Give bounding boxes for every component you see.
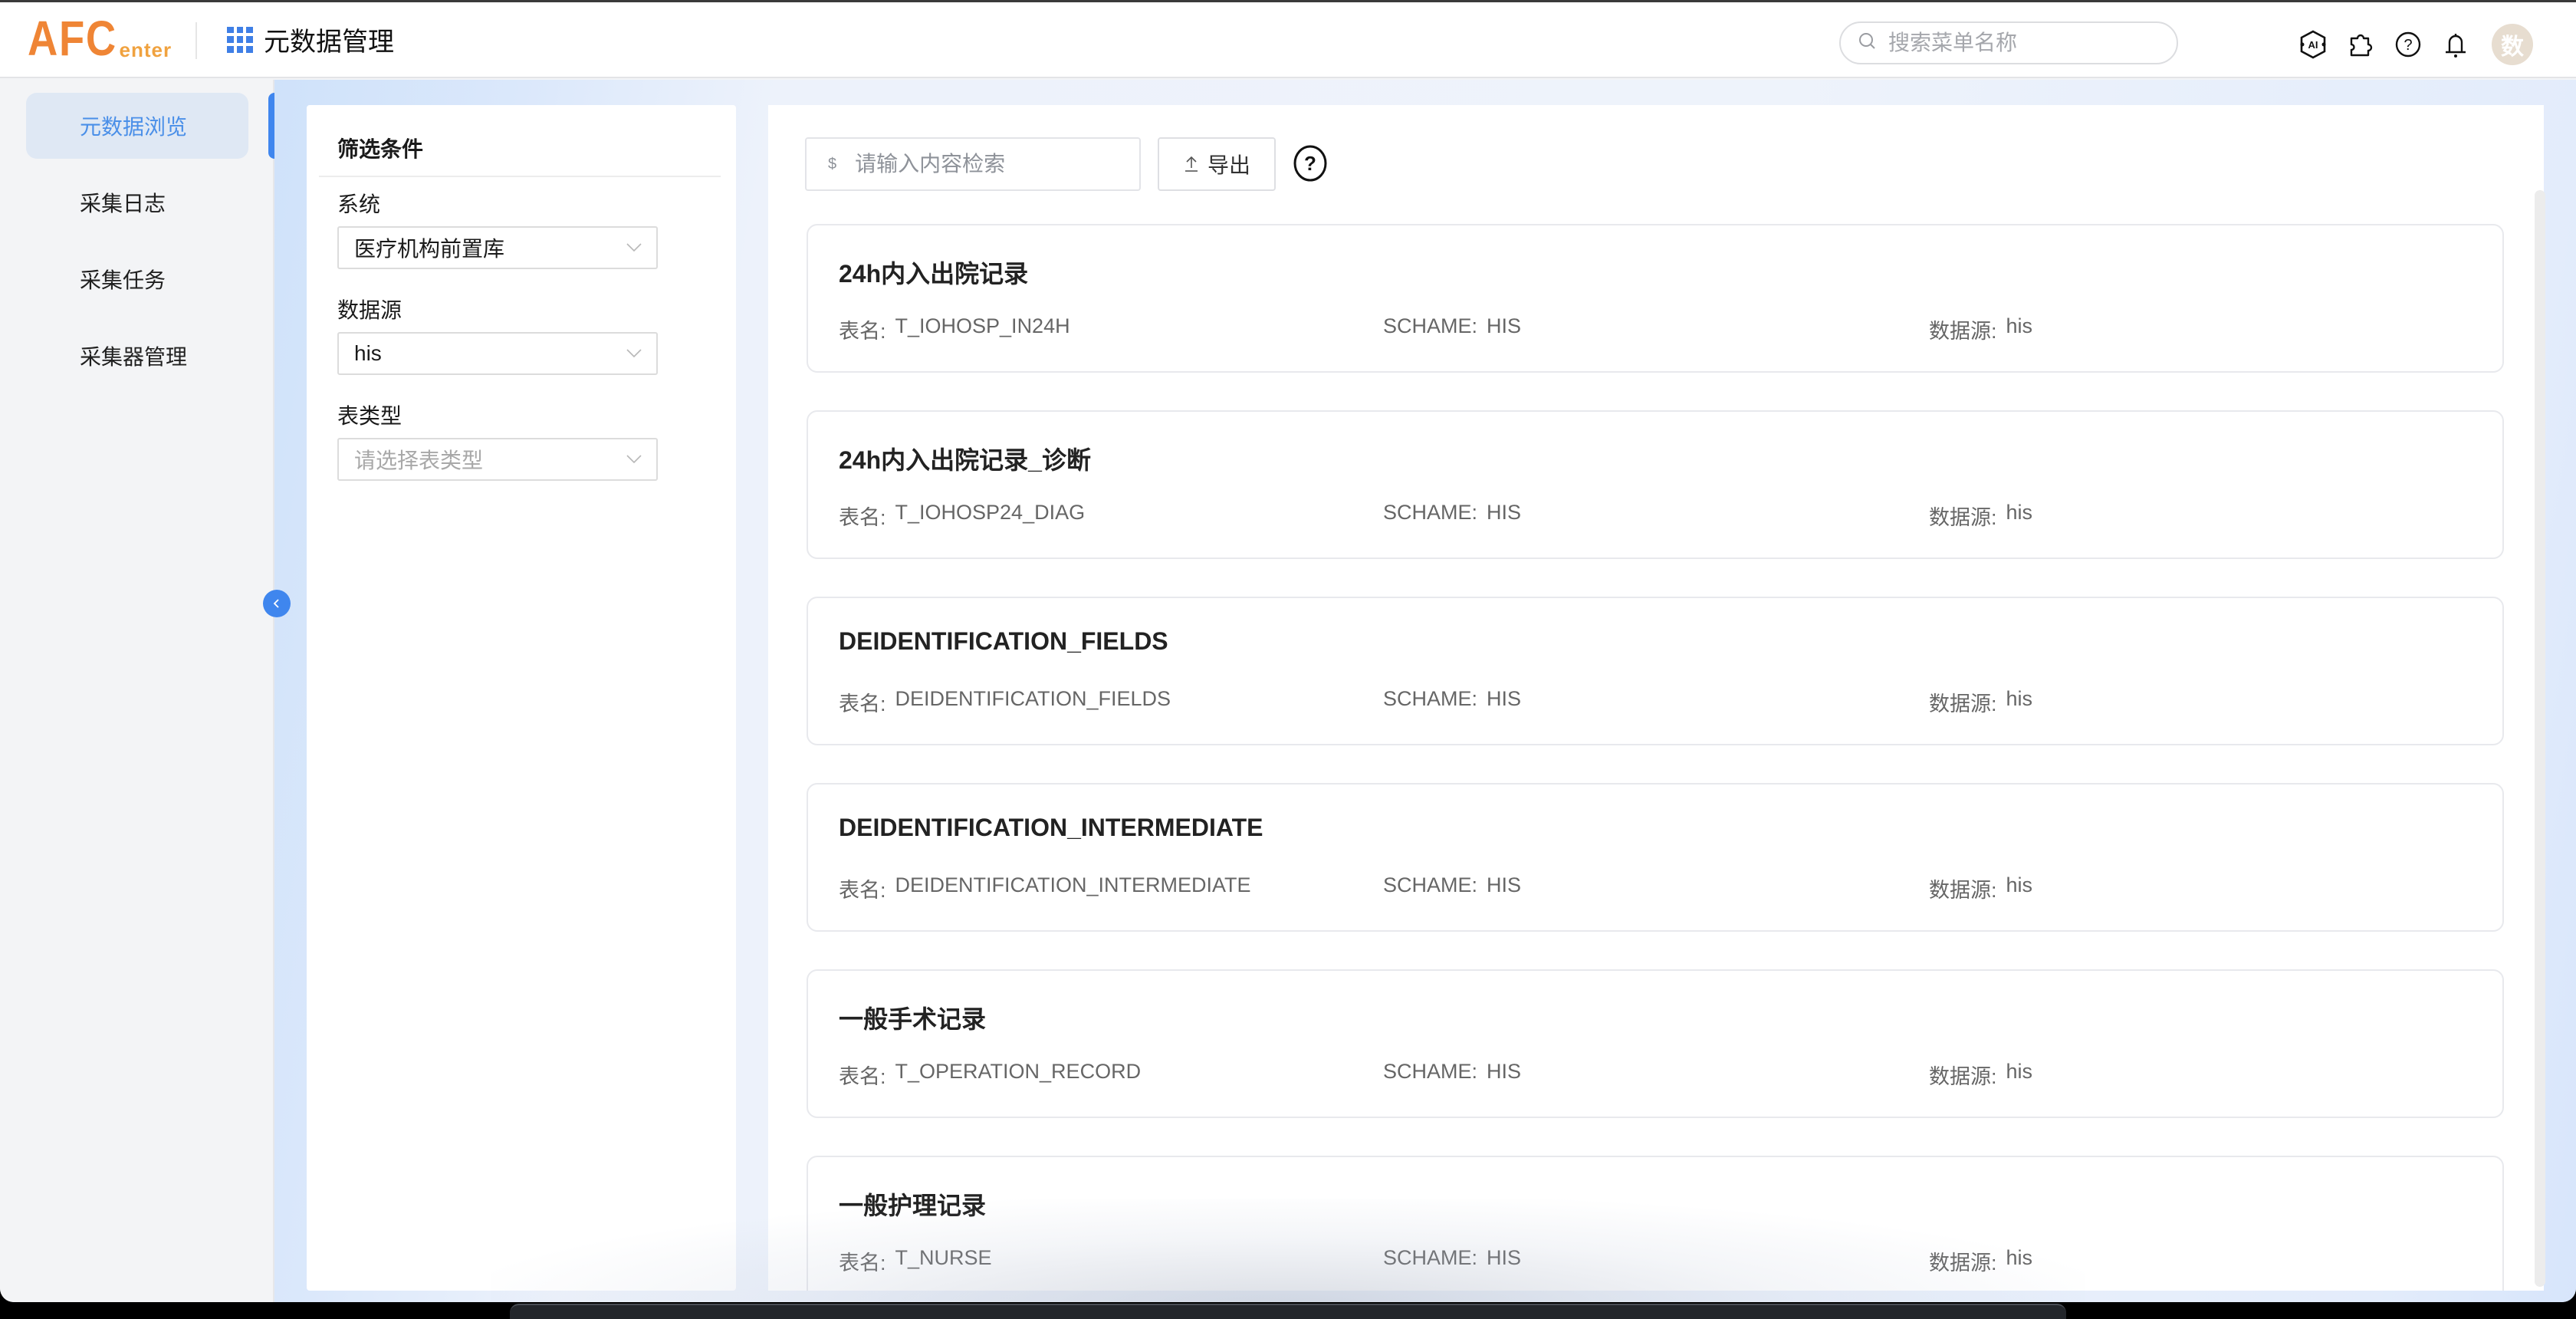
table-type-placeholder: 请选择表类型 — [354, 449, 484, 472]
table-type-label: 表类型 — [337, 404, 402, 428]
main-panel: $ 导出 ? 24h内入出院记录 表名:T_IOHOSP_IN24H SCHAM… — [768, 105, 2544, 1291]
filter-title: 筛选条件 — [337, 137, 424, 161]
app-window: AFC enter 元数据管理 AI — [0, 0, 2576, 1302]
main-scrollbar[interactable] — [2535, 190, 2545, 1287]
svg-text:?: ? — [1304, 152, 1316, 175]
record-card[interactable]: 一般手术记录 表名: T_OPERATION_RECORD SCHAME: HIS … — [807, 969, 2504, 1118]
top-header: AFC enter 元数据管理 AI — [0, 2, 2576, 78]
record-table-name: 表名: DEIDENTIFICATION_FIELDS — [839, 687, 1171, 715]
content-search[interactable]: $ — [805, 137, 1141, 191]
record-datasource: 数据源: his — [1929, 1060, 2033, 1088]
filter-panel: 筛选条件 系统 医疗机构前置库 数据源 his 表类型 请选择表类型 — [307, 105, 736, 1291]
help-icon[interactable]: ? — [2392, 28, 2424, 61]
record-title: DEIDENTIFICATION_FIELDS — [839, 627, 1168, 655]
record-title: 24h内入出院记录_诊断 — [839, 446, 1091, 474]
sidebar-item-label: 采集器管理 — [80, 345, 188, 369]
logo-divider — [196, 22, 197, 59]
record-schema: SCHAME: HIS — [1383, 873, 1522, 896]
record-schema: SCHAME: HIS — [1383, 1060, 1522, 1083]
sidebar-item-collector-manage[interactable]: 采集器管理 — [26, 323, 248, 389]
record-datasource: 数据源: his — [1929, 314, 2033, 343]
table-type-select[interactable]: 请选择表类型 — [337, 438, 658, 481]
sidebar-item-label: 采集任务 — [80, 268, 166, 292]
record-table-name: 表名: T_NURSE — [839, 1246, 992, 1275]
chevron-left-icon — [273, 599, 279, 608]
app-title-group: 元数据管理 — [227, 21, 394, 58]
plugin-icon[interactable] — [2344, 28, 2377, 61]
sidebar-item-collect-log[interactable]: 采集日志 — [26, 169, 248, 235]
user-avatar[interactable]: 数 — [2492, 24, 2533, 65]
menu-search[interactable] — [1839, 21, 2178, 64]
record-title: 24h内入出院记录 — [839, 260, 1029, 288]
search-icon — [1858, 31, 1878, 55]
record-table-name: 表名: T_OPERATION_RECORD — [839, 1060, 1142, 1088]
record-schema: SCHAME: HIS — [1383, 1246, 1522, 1269]
svg-text:AI: AI — [2308, 39, 2318, 51]
collapse-sidebar-button[interactable] — [263, 590, 291, 617]
record-datasource: 数据源: his — [1929, 1246, 2033, 1275]
record-title: 一般手术记录 — [839, 1005, 987, 1033]
record-title: 一般护理记录 — [839, 1192, 987, 1219]
apps-grid-icon[interactable] — [227, 26, 253, 53]
sidebar-item-metadata-browse[interactable]: 元数据浏览 — [26, 93, 248, 159]
record-datasource: 数据源: his — [1929, 687, 2033, 715]
system-select[interactable]: 医疗机构前置库 — [337, 226, 658, 269]
record-table-name: 表名: DEIDENTIFICATION_INTERMEDIATE — [839, 873, 1251, 902]
record-card[interactable]: DEIDENTIFICATION_FIELDS 表名: DEIDENTIFICAT… — [807, 597, 2504, 745]
header-actions: AI ? 数 — [2297, 24, 2533, 65]
record-schema: SCHAME: HIS — [1383, 687, 1522, 710]
svg-text:?: ? — [2404, 37, 2412, 54]
export-button[interactable]: 导出 — [1158, 137, 1276, 191]
chevron-down-icon — [626, 349, 642, 358]
search-prefix-icon: $ — [828, 155, 837, 173]
app-title: 元数据管理 — [264, 28, 394, 57]
sidebar-item-label: 采集日志 — [80, 192, 166, 215]
datasource-select-value: his — [354, 341, 382, 365]
record-datasource: 数据源: his — [1929, 873, 2033, 902]
datasource-label: 数据源 — [337, 298, 402, 322]
record-card[interactable]: 24h内入出院记录 表名: T_IOHOSP_IN24H SCHAME: HIS 数… — [807, 224, 2504, 373]
chevron-down-icon — [626, 455, 642, 464]
upload-icon — [1184, 156, 1198, 172]
record-datasource: 数据源: his — [1929, 501, 2033, 529]
sidebar-item-label: 元数据浏览 — [80, 115, 188, 139]
ai-icon[interactable]: AI — [2297, 28, 2329, 61]
chevron-down-icon — [626, 243, 642, 252]
logo-sub-text: enter — [119, 38, 172, 61]
content-search-input[interactable] — [855, 152, 1116, 176]
export-label: 导出 — [1207, 153, 1250, 177]
sidebar: 元数据浏览 采集日志 采集任务 采集器管理 — [0, 80, 274, 1302]
record-schema: SCHAME: HIS — [1383, 501, 1522, 524]
record-card[interactable]: 24h内入出院记录_诊断 表名: T_IOHOSP24_DIAG SCHAME: H… — [807, 410, 2504, 559]
record-table-name: 表名: T_IOHOSP24_DIAG — [839, 501, 1086, 529]
filter-divider — [319, 176, 721, 177]
sidebar-item-collect-task[interactable]: 采集任务 — [26, 246, 248, 312]
record-table-name: 表名: T_IOHOSP_IN24H — [839, 314, 1070, 343]
record-card[interactable]: DEIDENTIFICATION_INTERMEDIATE 表名: DEIDENT… — [807, 783, 2504, 932]
menu-search-input[interactable] — [1888, 31, 2149, 55]
os-dock — [510, 1304, 2066, 1319]
help-icon[interactable]: ? — [1293, 143, 1328, 183]
datasource-select[interactable]: his — [337, 332, 658, 375]
record-schema: SCHAME: HIS — [1383, 314, 1522, 337]
system-select-value: 医疗机构前置库 — [354, 237, 505, 261]
afcenter-logo[interactable]: AFC enter — [28, 13, 172, 64]
logo-main-text: AFC — [28, 11, 117, 66]
active-indicator — [268, 93, 274, 159]
system-label: 系统 — [337, 192, 381, 216]
record-card[interactable]: 一般护理记录 表名: T_NURSE SCHAME: HIS 数据源: his — [807, 1156, 2504, 1291]
bell-icon[interactable] — [2440, 28, 2472, 61]
record-title: DEIDENTIFICATION_INTERMEDIATE — [839, 814, 1263, 841]
